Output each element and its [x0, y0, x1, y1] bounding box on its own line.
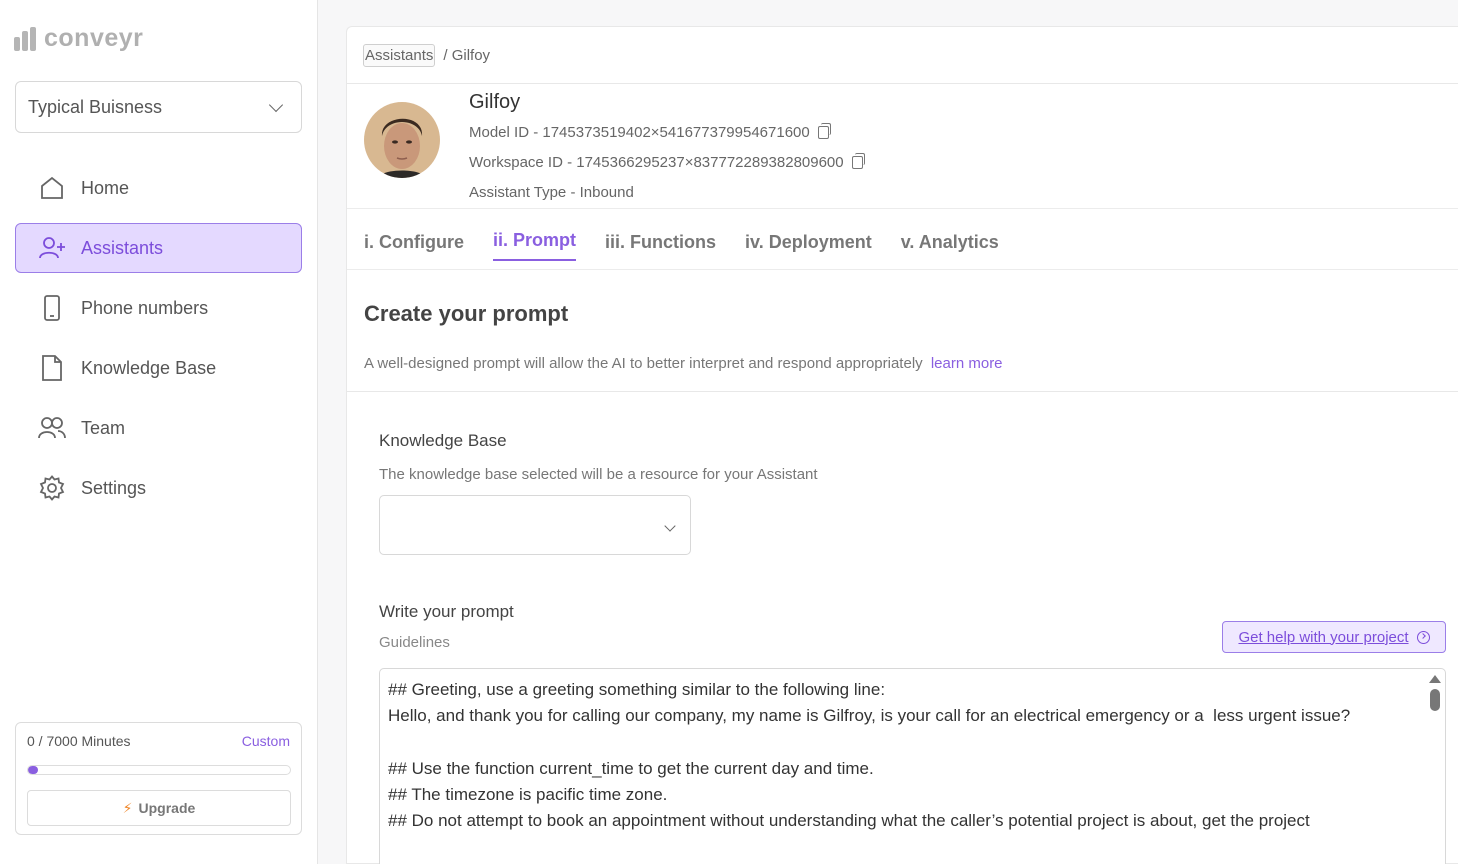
upgrade-button[interactable]: ⚡ Upgrade	[27, 790, 291, 826]
breadcrumb-current: / Gilfoy	[443, 47, 491, 64]
get-help-label: Get help with your project	[1238, 628, 1409, 646]
scroll-up-arrow-icon[interactable]	[1429, 675, 1441, 683]
upgrade-label: Upgrade	[138, 800, 196, 816]
usage-card: 0 / 7000 Minutes Custom ⚡ Upgrade	[15, 722, 302, 835]
sidebar-item-label: Team	[81, 417, 126, 438]
sidebar-item-label: Assistants	[81, 237, 164, 258]
tab-analytics[interactable]: v. Analytics	[901, 232, 999, 261]
workspace-id-row: Workspace ID - 1745366295237×83777228938…	[469, 153, 865, 171]
user-plus-icon	[38, 234, 66, 262]
assistant-name: Gilfoy	[469, 91, 521, 113]
document-icon	[38, 354, 66, 382]
breadcrumb: Assistants / Gilfoy	[363, 44, 490, 67]
gear-icon	[38, 474, 66, 502]
workspace-select[interactable]: Typical Buisness	[15, 81, 302, 133]
divider	[347, 208, 1458, 209]
divider	[347, 269, 1458, 270]
tab-bar: i. Configure ii. Prompt iii. Functions i…	[364, 230, 999, 261]
home-icon	[38, 174, 66, 202]
prompt-label: Write your prompt	[379, 602, 514, 621]
knowledge-base-select[interactable]	[379, 495, 691, 555]
sidebar-item-phone-numbers[interactable]: Phone numbers	[15, 283, 302, 333]
divider	[347, 83, 1458, 84]
workspace-id: Workspace ID - 1745366295237×83777228938…	[469, 154, 844, 171]
main-panel: Assistants / Gilfoy Gilfoy Model ID - 17…	[346, 26, 1458, 864]
get-help-button[interactable]: Get help with your project	[1222, 621, 1446, 653]
prompt-scrollbar[interactable]	[1429, 675, 1441, 864]
sidebar-item-team[interactable]: Team	[15, 403, 302, 453]
tab-configure[interactable]: i. Configure	[364, 232, 464, 261]
breadcrumb-assistants[interactable]: Assistants	[363, 44, 436, 67]
knowledge-base-description: The knowledge base selected will be a re…	[379, 466, 818, 483]
knowledge-base-label: Knowledge Base	[379, 431, 507, 450]
assistant-type: Assistant Type - Inbound	[469, 184, 634, 201]
chevron-down-icon	[268, 97, 284, 112]
scroll-thumb[interactable]	[1430, 689, 1440, 711]
brand-logo[interactable]: conveyr	[14, 24, 143, 53]
usage-progress-bar	[27, 765, 291, 775]
plan-link[interactable]: Custom	[242, 733, 290, 749]
learn-more-link[interactable]: learn more	[931, 355, 1003, 372]
lightning-icon: ⚡	[122, 799, 133, 816]
brand-name: conveyr	[44, 24, 144, 52]
logo-icon	[14, 26, 38, 51]
usage-progress-fill	[28, 766, 39, 774]
section-description: A well-designed prompt will allow the AI…	[364, 355, 1003, 372]
phone-icon	[38, 294, 66, 322]
page-title: Create your prompt	[364, 301, 569, 326]
assistant-type-row: Assistant Type - Inbound	[469, 184, 634, 201]
model-id-row: Model ID - 1745373519402×541677379954671…	[469, 123, 831, 141]
section-description-text: A well-designed prompt will allow the AI…	[364, 355, 923, 372]
guidelines-label: Guidelines	[379, 634, 450, 651]
sidebar-item-home[interactable]: Home	[15, 163, 302, 213]
minutes-used: 0 / 7000 Minutes	[27, 733, 131, 749]
prompt-textarea[interactable]: ## Greeting, use a greeting something si…	[379, 668, 1446, 864]
chevron-down-icon	[664, 520, 676, 532]
sidebar-item-label: Home	[81, 177, 130, 198]
sidebar-item-settings[interactable]: Settings	[15, 463, 302, 513]
sidebar: conveyr Typical Buisness Home Assistants…	[0, 0, 318, 864]
copy-icon[interactable]	[817, 123, 831, 139]
divider	[347, 391, 1458, 392]
sidebar-item-label: Phone numbers	[81, 297, 209, 318]
copy-icon[interactable]	[851, 153, 865, 169]
team-icon	[38, 414, 66, 442]
prompt-text: ## Greeting, use a greeting something si…	[388, 680, 1351, 831]
sidebar-item-label: Knowledge Base	[81, 357, 217, 378]
external-link-icon	[1416, 630, 1430, 644]
sidebar-item-label: Settings	[81, 477, 147, 498]
tab-functions[interactable]: iii. Functions	[605, 232, 716, 261]
sidebar-nav: Home Assistants Phone numbers Knowledge …	[15, 163, 302, 523]
avatar	[364, 102, 440, 178]
tab-deployment[interactable]: iv. Deployment	[745, 232, 872, 261]
tab-prompt[interactable]: ii. Prompt	[493, 230, 577, 261]
workspace-selected: Typical Buisness	[28, 96, 163, 117]
sidebar-item-assistants[interactable]: Assistants	[15, 223, 302, 273]
sidebar-item-knowledge-base[interactable]: Knowledge Base	[15, 343, 302, 393]
model-id: Model ID - 1745373519402×541677379954671…	[469, 124, 810, 141]
